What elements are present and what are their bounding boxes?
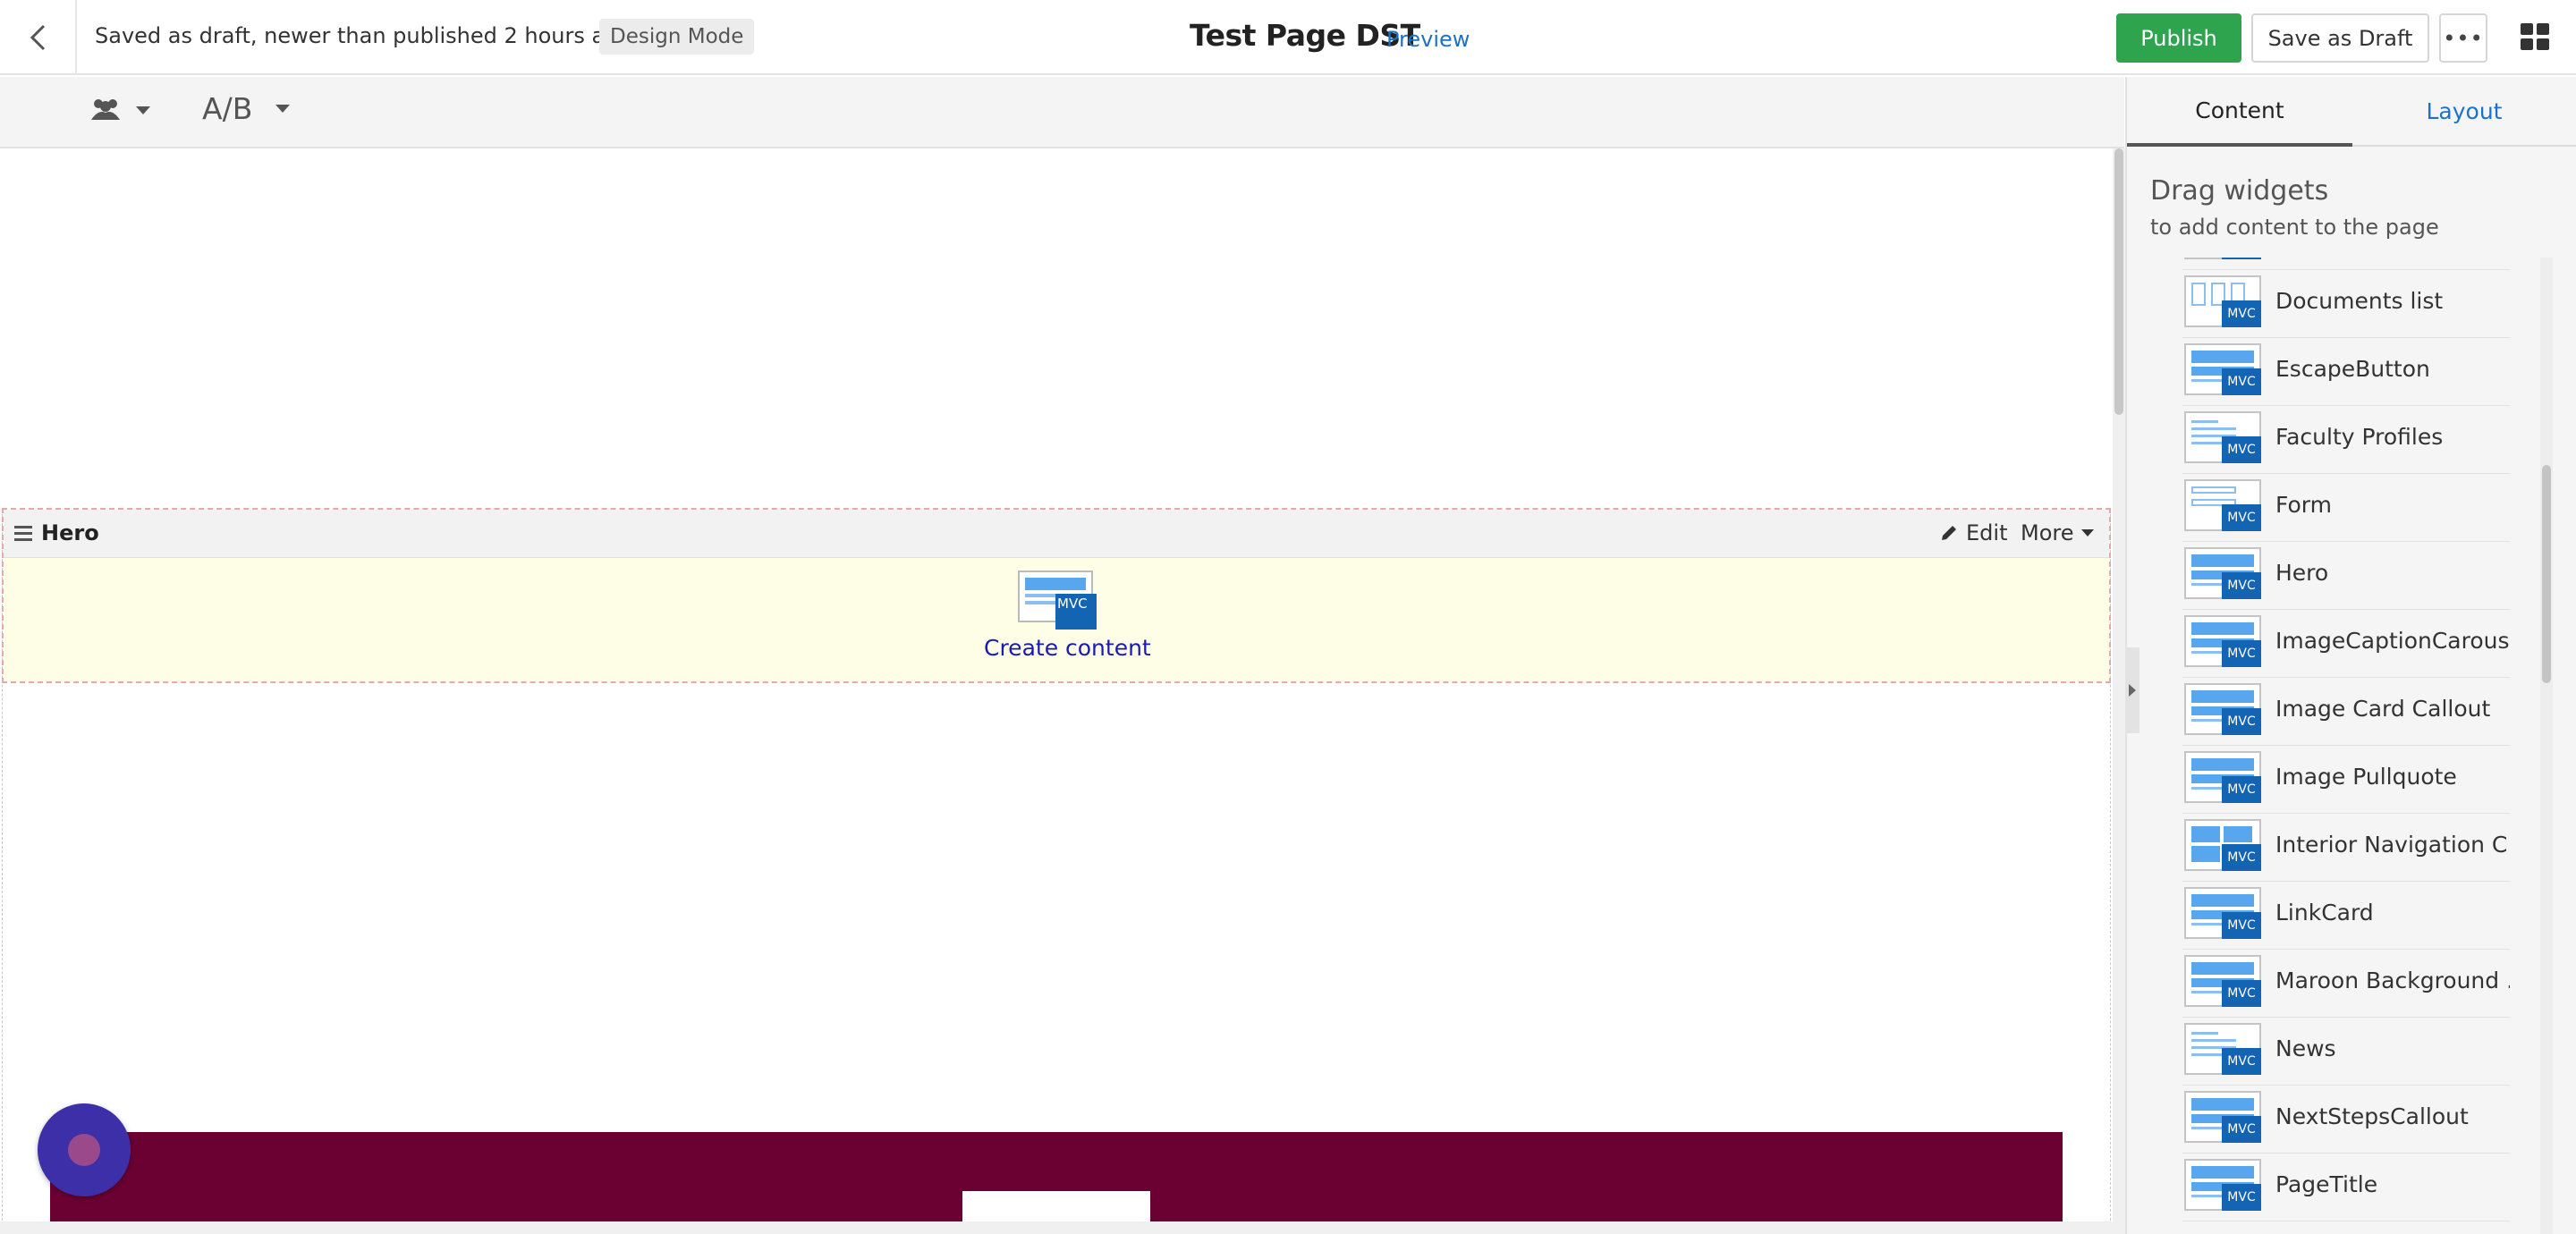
design-mode-badge: Design Mode xyxy=(599,19,755,55)
widget-label: EscapeButton xyxy=(2275,356,2430,382)
scrollbar-thumb[interactable] xyxy=(2542,465,2551,683)
widget-item[interactable]: MVC Maroon Background ... xyxy=(2182,950,2510,1018)
caret-right-icon xyxy=(2129,684,2136,697)
widget-label: Maroon Background ... xyxy=(2275,968,2510,993)
personalization-dropdown[interactable] xyxy=(89,97,150,123)
widget-item[interactable]: MVC PageTitle xyxy=(2182,1154,2510,1221)
draft-status-text: Saved as draft, newer than published 2 h… xyxy=(95,23,632,48)
mvc-widget-icon: MVC xyxy=(2184,683,2261,735)
assistant-icon xyxy=(68,1134,100,1166)
widget-title: Hero xyxy=(41,520,99,545)
widget-body: MVC Create content xyxy=(4,558,2109,681)
assistant-button[interactable] xyxy=(38,1103,131,1196)
widget-label: Interior Navigation C... xyxy=(2275,832,2510,858)
widget-item[interactable]: MVC Image Pullquote xyxy=(2182,746,2510,814)
widget-item[interactable]: MVC Form xyxy=(2182,474,2510,542)
ab-test-label: A/B xyxy=(202,91,253,126)
mvc-widget-icon: MVC xyxy=(2184,1159,2261,1211)
widget-label: Form xyxy=(2275,492,2332,518)
tab-content[interactable]: Content xyxy=(2127,77,2352,147)
widget-list: MVC MVC Documents list MVC EscapeButton … xyxy=(2182,258,2510,1234)
publish-button[interactable]: Publish xyxy=(2116,13,2241,63)
caret-down-icon xyxy=(2080,529,2094,537)
panel-subtitle: to add content to the page xyxy=(2150,215,2439,240)
caret-down-icon xyxy=(275,105,291,113)
widget-item[interactable]: MVC ImageCaptionCarousel xyxy=(2182,610,2510,678)
edit-label: Edit xyxy=(1966,520,2008,545)
widget-item[interactable]: MVC Image Card Callout xyxy=(2182,678,2510,746)
hero-widget[interactable]: Hero Edit More MVC Create content xyxy=(2,508,2111,683)
top-bar: Saved as draft, newer than published 2 h… xyxy=(0,0,2576,75)
caret-down-icon xyxy=(136,106,150,114)
widget-edit-button[interactable]: Edit xyxy=(1939,520,2007,545)
widget-label: News xyxy=(2275,1035,2336,1061)
mvc-widget-icon: MVC xyxy=(2184,258,2261,259)
more-label: More xyxy=(2021,520,2074,545)
editor-toolbar: A/B xyxy=(0,77,2124,148)
mvc-widget-icon: MVC xyxy=(2184,1023,2261,1075)
ab-test-dropdown[interactable]: A/B xyxy=(202,91,291,126)
widget-label: LinkCard xyxy=(2275,900,2374,926)
widget-header: Hero Edit More xyxy=(4,510,2109,558)
mvc-widget-icon: MVC xyxy=(2184,343,2261,395)
widget-item[interactable]: MVC Interior Navigation C... xyxy=(2182,814,2510,882)
widget-item[interactable]: MVC EscapeButton xyxy=(2182,338,2510,406)
widget-label: PageTitle xyxy=(2275,1171,2378,1197)
mvc-widget-icon: MVC xyxy=(2184,955,2261,1007)
widget-more-button[interactable]: More xyxy=(2021,520,2094,545)
mvc-widget-icon: MVC xyxy=(2184,887,2261,939)
back-button[interactable] xyxy=(0,0,77,75)
mvc-badge: MVC xyxy=(1057,596,1088,612)
page-canvas: Hero Edit More MVC Create content xyxy=(0,148,2113,1234)
mvc-widget-icon: MVC xyxy=(2184,479,2261,531)
save-as-draft-button[interactable]: Save as Draft xyxy=(2251,13,2429,63)
widget-label: Documents list xyxy=(2275,288,2444,314)
more-options-button[interactable]: ••• xyxy=(2439,13,2487,63)
page-title: Test Page DST xyxy=(1190,18,1420,53)
panel-title: Drag widgets xyxy=(2150,175,2329,207)
widget-item[interactable]: MVC xyxy=(2182,258,2510,270)
pencil-icon xyxy=(1942,526,1956,540)
drag-handle-icon[interactable] xyxy=(14,526,32,541)
preview-link[interactable]: Preview xyxy=(1386,27,1470,52)
mvc-widget-icon: MVC xyxy=(2184,275,2261,327)
mvc-widget-icon: MVC xyxy=(2184,615,2261,667)
widget-list-scrollbar[interactable] xyxy=(2540,258,2553,1234)
canvas-scrollbar[interactable] xyxy=(2113,148,2125,1234)
mvc-widget-icon: MVC xyxy=(2184,1091,2261,1143)
widget-label: ImageCaptionCarousel xyxy=(2275,628,2510,654)
chevron-left-icon xyxy=(30,24,46,51)
apps-grid-icon[interactable] xyxy=(2521,23,2549,50)
widget-label: Image Pullquote xyxy=(2275,764,2457,790)
widget-label: NextStepsCallout xyxy=(2275,1103,2469,1129)
horizontal-scrollbar[interactable] xyxy=(0,1221,2125,1234)
collapse-panel-button[interactable] xyxy=(2125,647,2140,733)
widget-item[interactable]: MVC LinkCard xyxy=(2182,882,2510,950)
widget-item[interactable]: MVC Hero xyxy=(2182,542,2510,610)
widget-label: Hero xyxy=(2275,560,2329,586)
mvc-widget-icon: MVC xyxy=(2184,547,2261,599)
scrollbar-thumb[interactable] xyxy=(2114,148,2123,415)
mvc-widget-icon: MVC xyxy=(2184,751,2261,803)
widget-item[interactable]: MVC NextStepsCallout xyxy=(2182,1086,2510,1154)
widget-label: Image Card Callout xyxy=(2275,696,2491,722)
create-content-link[interactable]: Create content xyxy=(984,635,1151,661)
users-icon xyxy=(91,99,120,120)
widget-label: Faculty Profiles xyxy=(2275,424,2444,450)
widget-item[interactable]: MVC Faculty Profiles xyxy=(2182,406,2510,474)
mvc-widget-icon: MVC xyxy=(2184,819,2261,871)
widget-item[interactable]: MVC Documents list xyxy=(2182,270,2510,338)
tab-layout[interactable]: Layout xyxy=(2352,77,2576,147)
widget-item[interactable]: MVC News xyxy=(2182,1018,2510,1086)
mvc-widget-icon: MVC xyxy=(2184,411,2261,463)
